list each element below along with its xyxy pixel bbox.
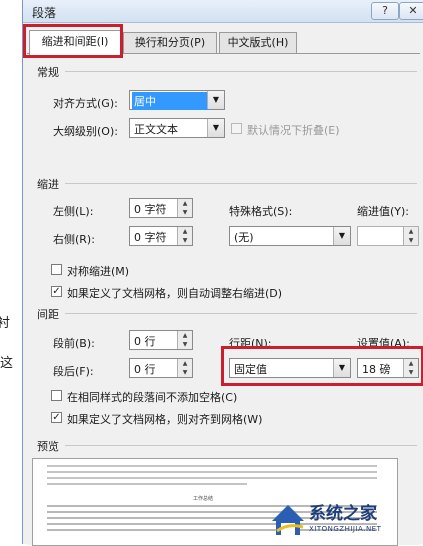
preview-sample-title: 工作总结 — [193, 496, 214, 502]
chevron-down-icon[interactable]: ▼ — [333, 227, 350, 245]
collapse-checkbox[interactable] — [231, 123, 242, 134]
spin-down-icon[interactable]: ▼ — [177, 236, 192, 245]
snap-to-grid-checkbox[interactable]: ✓ — [51, 412, 62, 423]
special-format-select[interactable]: (无) ▼ — [229, 226, 351, 246]
tab-asian-typography[interactable]: 中文版式(H) — [219, 32, 297, 53]
preview-line — [47, 483, 247, 485]
highlight-box-tab — [23, 24, 123, 58]
section-heading-indentation: 缩进 — [37, 178, 59, 191]
special-format-label: 特殊格式(S): — [229, 205, 293, 218]
snap-to-grid-label: 如果定义了文档网格，则对齐到网格(W) — [67, 413, 263, 426]
left-indent-label: 左侧(L): — [53, 205, 94, 218]
left-indent-value: 0 字符 — [134, 203, 167, 216]
right-indent-spinner[interactable]: 0 字符 ▲ ▼ — [129, 226, 193, 246]
spin-down-icon[interactable]: ▼ — [177, 340, 192, 349]
tab-label: 中文版式(H) — [227, 36, 289, 49]
outline-level-select[interactable]: 正文文本 ▼ — [129, 118, 225, 138]
spacing-after-spinner[interactable]: 0 行 ▲ ▼ — [129, 358, 193, 378]
indent-by-label: 缩进值(Y): — [357, 205, 410, 218]
tab-label: 换行和分页(P) — [134, 36, 206, 49]
spacing-after-value: 0 行 — [134, 363, 156, 376]
preview-line — [47, 477, 377, 479]
auto-adjust-label: 如果定义了文档网格，则自动调整右缩进(D) — [67, 287, 283, 300]
watermark-name: 系统之家 — [309, 504, 377, 524]
spin-down-icon[interactable]: ▼ — [177, 368, 192, 377]
background-text: 这 — [0, 356, 14, 371]
outline-level-value: 正文文本 — [134, 123, 178, 136]
chevron-down-icon[interactable]: ▼ — [207, 119, 224, 137]
outline-level-label: 大纲级别(O): — [53, 125, 118, 138]
collapse-label: 默认情况下折叠(E) — [247, 124, 340, 137]
section-heading-preview: 预览 — [37, 440, 59, 453]
alignment-label: 对齐方式(G): — [53, 97, 118, 110]
section-divider — [65, 183, 417, 184]
section-heading-general: 常规 — [37, 66, 59, 79]
watermark: 系统之家 XITONGZHIJIA.NET — [265, 495, 423, 544]
no-space-between-checkbox[interactable] — [51, 390, 62, 401]
spin-down-icon[interactable]: ▼ — [177, 208, 192, 217]
highlight-box-line-spacing — [221, 346, 423, 386]
no-space-between-label: 在相同样式的段落间不添加空格(C) — [67, 391, 238, 404]
spacing-before-spinner[interactable]: 0 行 ▲ ▼ — [129, 330, 193, 350]
preview-line — [47, 465, 377, 467]
spacing-before-value: 0 行 — [134, 335, 156, 348]
spacing-after-label: 段后(F): — [53, 365, 94, 378]
help-button[interactable]: ? — [371, 2, 399, 20]
watermark-url: XITONGZHIJIA.NET — [309, 525, 382, 533]
house-logo-icon — [272, 505, 304, 535]
alignment-value: 居中 — [132, 92, 210, 110]
mirror-indents-label: 对称缩进(M) — [67, 265, 130, 278]
right-indent-label: 右侧(R): — [53, 233, 95, 246]
section-divider — [65, 313, 417, 314]
auto-adjust-checkbox[interactable]: ✓ — [51, 286, 62, 297]
close-button[interactable]: ✕ — [399, 2, 423, 20]
mirror-indents-checkbox[interactable] — [51, 264, 62, 275]
right-indent-value: 0 字符 — [134, 231, 167, 244]
special-format-value: (无) — [234, 231, 254, 244]
alignment-select[interactable]: 居中 ▼ — [129, 90, 225, 110]
spin-down-icon[interactable]: ▼ — [403, 236, 418, 245]
section-divider — [65, 71, 417, 72]
tab-line-and-page-breaks[interactable]: 换行和分页(P) — [123, 32, 217, 53]
section-divider — [65, 445, 417, 446]
spacing-before-label: 段前(B): — [53, 337, 95, 350]
left-indent-spinner[interactable]: 0 字符 ▲ ▼ — [129, 198, 193, 218]
background-document: 衬 这 — [0, 0, 23, 544]
section-heading-spacing: 间距 — [37, 308, 59, 321]
indent-by-spinner[interactable]: ▲ ▼ — [357, 226, 419, 246]
title-bar: 段落 ? ✕ — [23, 0, 423, 23]
preview-line — [47, 471, 377, 473]
background-text: 衬 — [0, 316, 11, 331]
chevron-down-icon[interactable]: ▼ — [207, 91, 224, 109]
dialog-title: 段落 — [32, 6, 57, 20]
